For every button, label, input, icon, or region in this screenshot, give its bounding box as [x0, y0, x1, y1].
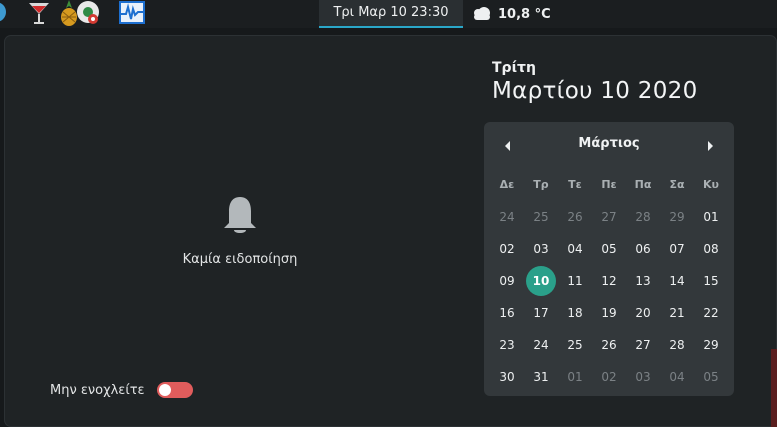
- calendar-day[interactable]: 31: [524, 361, 558, 393]
- top-panel: Τρι Μαρ 10 23:30 10,8 °C: [0, 0, 777, 28]
- weekday-header: Πα: [634, 178, 652, 191]
- calendar-day[interactable]: 29: [660, 201, 694, 233]
- weekday-header: Τρ: [533, 178, 549, 191]
- calendar-day[interactable]: 06: [626, 233, 660, 265]
- calendar-day[interactable]: 01: [558, 361, 592, 393]
- calendar-day[interactable]: 28: [626, 201, 660, 233]
- next-month-button[interactable]: [702, 138, 718, 154]
- calendar-day[interactable]: 03: [524, 233, 558, 265]
- calendar-month-label: Μάρτιος: [578, 136, 640, 151]
- calendar-day[interactable]: 07: [660, 233, 694, 265]
- current-weekday: Τρίτη: [492, 60, 536, 76]
- calendar-day[interactable]: 08: [694, 233, 728, 265]
- calendar-day[interactable]: 13: [626, 265, 660, 297]
- calendar-day[interactable]: 19: [592, 297, 626, 329]
- calendar-day[interactable]: 24: [490, 201, 524, 233]
- weekday-header: Κυ: [703, 178, 719, 191]
- chrome-app-icon[interactable]: [76, 0, 102, 26]
- calendar-day[interactable]: 05: [694, 361, 728, 393]
- do-not-disturb-toggle[interactable]: [157, 382, 193, 398]
- clock-button[interactable]: Τρι Μαρ 10 23:30: [319, 0, 463, 28]
- calendar-day[interactable]: 29: [694, 329, 728, 361]
- cocktail-app-icon[interactable]: [27, 0, 53, 26]
- cloudy-night-icon: [474, 7, 490, 20]
- calendar-day[interactable]: 27: [626, 329, 660, 361]
- calendar-day[interactable]: 20: [626, 297, 660, 329]
- edge-decoration: [771, 349, 777, 427]
- date-header[interactable]: Τρίτη Μαρτίου 10 2020: [492, 60, 698, 104]
- calendar-day[interactable]: 16: [490, 297, 524, 329]
- bell-icon: [224, 197, 256, 233]
- calendar-day[interactable]: 03: [626, 361, 660, 393]
- calendar-day[interactable]: 21: [660, 297, 694, 329]
- calendar-day[interactable]: 02: [592, 361, 626, 393]
- globe-app-icon[interactable]: [0, 0, 12, 26]
- calendar-day[interactable]: 30: [490, 361, 524, 393]
- calendar-day[interactable]: 18: [558, 297, 592, 329]
- calendar-day[interactable]: 04: [558, 233, 592, 265]
- calendar-day[interactable]: 28: [660, 329, 694, 361]
- calendar-day[interactable]: 12: [592, 265, 626, 297]
- calendar-day[interactable]: 24: [524, 329, 558, 361]
- calendar-day-today[interactable]: 10: [524, 265, 558, 297]
- calendar-day[interactable]: 22: [694, 297, 728, 329]
- calendar-day[interactable]: 05: [592, 233, 626, 265]
- calendar-day[interactable]: 15: [694, 265, 728, 297]
- notification-list: Καμία ειδοποίηση Μην ενοχλείτε: [5, 36, 475, 426]
- calendar-day[interactable]: 25: [524, 201, 558, 233]
- empty-notifications-label: Καμία ειδοποίηση: [182, 252, 298, 267]
- calendar-day[interactable]: 26: [558, 201, 592, 233]
- weekday-header: Σα: [669, 178, 685, 191]
- toggle-knob: [159, 384, 171, 396]
- calendar-day[interactable]: 14: [660, 265, 694, 297]
- weekday-header: Δε: [499, 178, 515, 191]
- calendar-day[interactable]: 04: [660, 361, 694, 393]
- calendar-day[interactable]: 11: [558, 265, 592, 297]
- calendar-day[interactable]: 26: [592, 329, 626, 361]
- calendar-day[interactable]: 23: [490, 329, 524, 361]
- weekday-header: Πε: [601, 178, 617, 191]
- notification-calendar-popover: Καμία ειδοποίηση Μην ενοχλείτε Τρίτη Μαρ…: [5, 36, 776, 426]
- current-date: Μαρτίου 10 2020: [492, 78, 698, 104]
- system-monitor-app-icon[interactable]: [118, 0, 146, 26]
- calendar-day[interactable]: 25: [558, 329, 592, 361]
- calendar-day[interactable]: 17: [524, 297, 558, 329]
- weekday-header: Τε: [568, 178, 582, 191]
- calendar-day[interactable]: 27: [592, 201, 626, 233]
- calendar-day[interactable]: 09: [490, 265, 524, 297]
- calendar-day[interactable]: 02: [490, 233, 524, 265]
- calendar: Μάρτιος Δε Τρ Τε Πε Πα Σα Κυ 24 25 26 27 28 29 01 02 03…: [484, 122, 734, 396]
- do-not-disturb-label: Μην ενοχλείτε: [50, 383, 145, 398]
- weather-temperature: 10,8 °C: [498, 6, 551, 22]
- weather-indicator[interactable]: 10,8 °C: [472, 0, 551, 28]
- calendar-day[interactable]: 01: [694, 201, 728, 233]
